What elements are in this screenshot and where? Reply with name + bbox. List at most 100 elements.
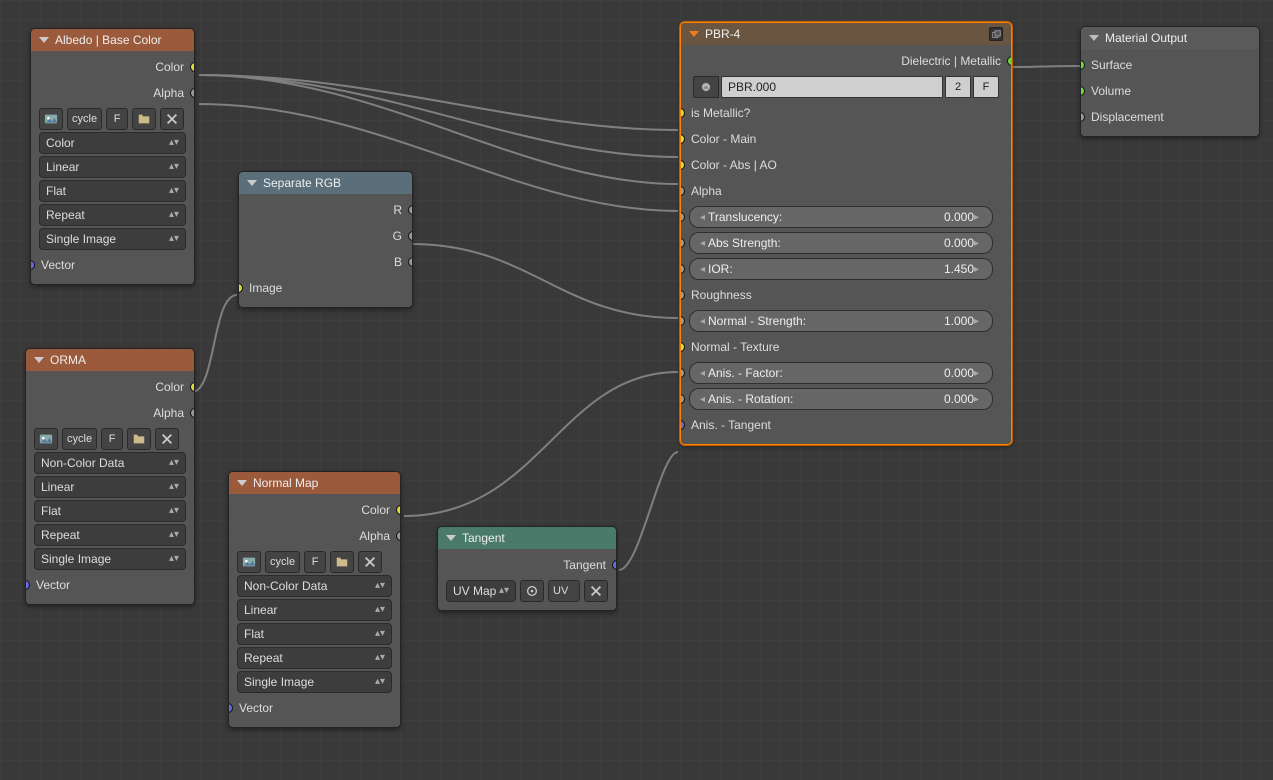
node-pbr-group[interactable]: PBR-4 Dielectric | Metallic PBR.000 2 F … — [680, 22, 1012, 445]
socket-alpha-input[interactable] — [680, 186, 685, 196]
socket-alpha-output[interactable] — [190, 88, 195, 98]
node-orma-image-texture[interactable]: ORMA Color Alpha cycle F Non-Color Data▴… — [25, 348, 195, 605]
collapse-icon[interactable] — [446, 535, 456, 541]
projection-select[interactable]: Flat▴▾ — [34, 500, 186, 522]
image-name-button[interactable]: cycle — [265, 551, 300, 573]
image-browse-icon[interactable] — [34, 428, 58, 450]
node-header[interactable]: Material Output — [1081, 27, 1259, 49]
node-header[interactable]: PBR-4 — [681, 23, 1011, 45]
projection-select[interactable]: Flat▴▾ — [237, 623, 392, 645]
socket-abs-strength-input[interactable] — [680, 238, 685, 248]
image-name-button[interactable]: cycle — [62, 428, 97, 450]
collapse-icon[interactable] — [1089, 35, 1099, 41]
translucency-field[interactable]: ◂Translucency:0.000▸ — [689, 206, 993, 228]
node-header[interactable]: Normal Map — [229, 472, 400, 494]
uv-picker-icon[interactable] — [520, 580, 544, 602]
node-separate-rgb[interactable]: Separate RGB R G B Image — [238, 171, 413, 308]
socket-metallic-input[interactable] — [680, 108, 685, 118]
image-unlink-icon[interactable] — [160, 108, 184, 130]
socket-vector-input[interactable] — [30, 260, 35, 270]
abs-strength-field[interactable]: ◂Abs Strength:0.000▸ — [689, 232, 993, 254]
collapse-icon[interactable] — [39, 37, 49, 43]
source-select[interactable]: Single Image▴▾ — [39, 228, 186, 250]
extension-select[interactable]: Repeat▴▾ — [39, 204, 186, 226]
datablock-users-button[interactable]: 2 — [945, 76, 971, 98]
socket-ior-input[interactable] — [680, 264, 685, 274]
uv-clear-icon[interactable] — [584, 580, 608, 602]
extension-select[interactable]: Repeat▴▾ — [34, 524, 186, 546]
socket-alpha-output[interactable] — [396, 531, 401, 541]
image-open-icon[interactable] — [127, 428, 151, 450]
socket-translucency-input[interactable] — [680, 212, 685, 222]
collapse-icon[interactable] — [689, 31, 699, 37]
socket-vector-input[interactable] — [25, 580, 30, 590]
node-normal-map-image-texture[interactable]: Normal Map Color Alpha cycle F Non-Color… — [228, 471, 401, 728]
projection-select[interactable]: Flat▴▾ — [39, 180, 186, 202]
socket-color-main-input[interactable] — [680, 134, 685, 144]
socket-color-abs-input[interactable] — [680, 160, 685, 170]
node-header[interactable]: ORMA — [26, 349, 194, 371]
source-select[interactable]: Single Image▴▾ — [34, 548, 186, 570]
socket-g-output[interactable] — [408, 231, 413, 241]
socket-displacement-input[interactable] — [1080, 112, 1085, 122]
input-is-metallic: is Metallic? — [681, 100, 1011, 126]
socket-vector-input[interactable] — [228, 703, 233, 713]
normal-strength-field[interactable]: ◂Normal - Strength:1.000▸ — [689, 310, 993, 332]
socket-b-output[interactable] — [408, 257, 413, 267]
socket-volume-input[interactable] — [1080, 86, 1085, 96]
color-space-select[interactable]: Non-Color Data▴▾ — [34, 452, 186, 474]
node-albedo-image-texture[interactable]: Albedo | Base Color Color Alpha cycle F … — [30, 28, 195, 285]
image-fake-user-button[interactable]: F — [304, 551, 326, 573]
image-browse-icon[interactable] — [39, 108, 63, 130]
socket-normal-texture-input[interactable] — [680, 342, 685, 352]
interpolation-select[interactable]: Linear▴▾ — [237, 599, 392, 621]
socket-color-output[interactable] — [190, 62, 195, 72]
socket-anis-rotation-input[interactable] — [680, 394, 685, 404]
node-title: ORMA — [50, 353, 86, 367]
image-fake-user-button[interactable]: F — [106, 108, 128, 130]
socket-color-output[interactable] — [190, 382, 195, 392]
interpolation-select[interactable]: Linear▴▾ — [39, 156, 186, 178]
image-name-button[interactable]: cycle — [67, 108, 102, 130]
socket-color-output[interactable] — [396, 505, 401, 515]
collapse-icon[interactable] — [34, 357, 44, 363]
group-edit-icon[interactable] — [989, 27, 1003, 41]
socket-anis-tangent-input[interactable] — [680, 420, 685, 430]
anis-rotation-field[interactable]: ◂Anis. - Rotation:0.000▸ — [689, 388, 993, 410]
datablock-fake-user-button[interactable]: F — [973, 76, 999, 98]
datablock-name-field[interactable]: PBR.000 — [721, 76, 943, 98]
image-unlink-icon[interactable] — [155, 428, 179, 450]
node-material-output[interactable]: Material Output Surface Volume Displacem… — [1080, 26, 1260, 137]
image-fake-user-button[interactable]: F — [101, 428, 123, 450]
image-open-icon[interactable] — [330, 551, 354, 573]
node-header[interactable]: Separate RGB — [239, 172, 412, 194]
direction-select[interactable]: UV Map▴▾ — [446, 580, 516, 602]
uv-map-name-field[interactable]: UV — [548, 580, 580, 602]
node-header[interactable]: Tangent — [438, 527, 616, 549]
socket-r-output[interactable] — [408, 205, 413, 215]
color-space-select[interactable]: Color▴▾ — [39, 132, 186, 154]
node-tangent[interactable]: Tangent Tangent UV Map▴▾ UV — [437, 526, 617, 611]
color-space-select[interactable]: Non-Color Data▴▾ — [237, 575, 392, 597]
interpolation-select[interactable]: Linear▴▾ — [34, 476, 186, 498]
socket-shader-output[interactable] — [1007, 56, 1012, 66]
image-unlink-icon[interactable] — [358, 551, 382, 573]
socket-normal-strength-input[interactable] — [680, 316, 685, 326]
extension-select[interactable]: Repeat▴▾ — [237, 647, 392, 669]
socket-tangent-output[interactable] — [612, 560, 617, 570]
socket-anis-factor-input[interactable] — [680, 368, 685, 378]
collapse-icon[interactable] — [237, 480, 247, 486]
anis-factor-field[interactable]: ◂Anis. - Factor:0.000▸ — [689, 362, 993, 384]
output-b: B — [239, 249, 412, 275]
collapse-icon[interactable] — [247, 180, 257, 186]
socket-alpha-output[interactable] — [190, 408, 195, 418]
image-browse-icon[interactable] — [237, 551, 261, 573]
socket-image-input[interactable] — [238, 283, 243, 293]
socket-surface-input[interactable] — [1080, 60, 1085, 70]
image-open-icon[interactable] — [132, 108, 156, 130]
datablock-browse-icon[interactable] — [693, 76, 719, 98]
ior-field[interactable]: ◂IOR:1.450▸ — [689, 258, 993, 280]
socket-roughness-input[interactable] — [680, 290, 685, 300]
node-header[interactable]: Albedo | Base Color — [31, 29, 194, 51]
source-select[interactable]: Single Image▴▾ — [237, 671, 392, 693]
